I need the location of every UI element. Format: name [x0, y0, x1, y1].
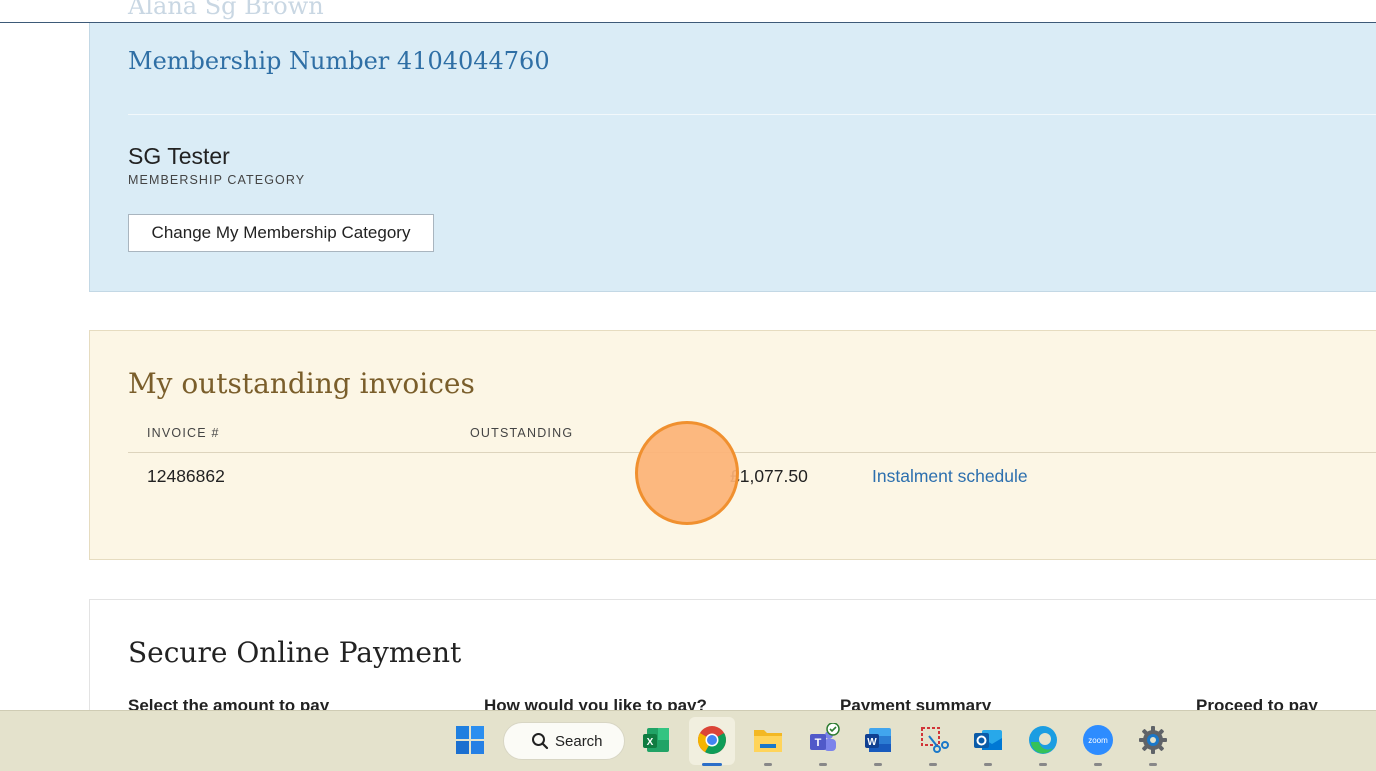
excel-icon[interactable]: X — [636, 720, 676, 760]
membership-category-value: SG Tester — [128, 143, 230, 169]
file-explorer-icon[interactable] — [748, 720, 788, 766]
outstanding-amount: £1,077.50 — [730, 466, 808, 486]
click-indicator — [635, 421, 739, 525]
svg-text:zoom: zoom — [1088, 736, 1108, 745]
divider — [128, 114, 1376, 115]
change-membership-category-button[interactable]: Change My Membership Category — [128, 214, 434, 252]
search-label: Search — [555, 732, 603, 750]
table-divider — [128, 452, 1376, 453]
running-indicator — [874, 763, 882, 766]
running-indicator — [819, 763, 827, 766]
invoices-title: My outstanding invoices — [128, 367, 475, 400]
outstanding-invoices-panel: My outstanding invoices INVOICE # OUTSTA… — [89, 330, 1376, 560]
edge-icon[interactable] — [1023, 720, 1063, 766]
svg-text:X: X — [647, 737, 654, 748]
instalment-schedule-link[interactable]: Instalment schedule — [872, 466, 1028, 487]
zoom-icon[interactable]: zoom — [1078, 720, 1118, 766]
svg-text:T: T — [815, 737, 822, 749]
membership-panel: Membership Number 4104044760 SG Tester M… — [89, 23, 1376, 292]
column-header-outstanding: OUTSTANDING — [470, 426, 574, 440]
chrome-icon[interactable] — [692, 720, 732, 766]
invoice-number: 12486862 — [147, 466, 225, 486]
running-indicator — [1094, 763, 1102, 766]
top-bar: Alana Sg Brown — [0, 0, 1376, 23]
running-indicator — [929, 763, 937, 766]
svg-text:W: W — [867, 737, 877, 748]
active-indicator — [702, 763, 722, 766]
start-icon[interactable] — [450, 720, 490, 760]
snipping-tool-icon[interactable] — [913, 720, 953, 766]
running-indicator — [984, 763, 992, 766]
teams-icon[interactable]: T — [803, 720, 843, 766]
taskbar: Search X T W zoom — [0, 710, 1376, 771]
taskbar-search[interactable]: Search — [503, 722, 625, 760]
membership-number: Membership Number 4104044760 — [128, 47, 550, 75]
outlook-icon[interactable] — [968, 720, 1008, 766]
running-indicator — [1149, 763, 1157, 766]
secure-payment-panel: Secure Online Payment Select the amount … — [89, 599, 1376, 719]
settings-icon[interactable] — [1133, 720, 1173, 766]
running-indicator — [1039, 763, 1047, 766]
member-name: Alana Sg Brown — [128, 0, 324, 20]
membership-category-label: MEMBERSHIP CATEGORY — [128, 173, 306, 187]
column-header-invoice: INVOICE # — [147, 426, 220, 440]
search-icon — [531, 732, 549, 750]
word-icon[interactable]: W — [858, 720, 898, 766]
running-indicator — [764, 763, 772, 766]
payment-title: Secure Online Payment — [128, 636, 462, 669]
